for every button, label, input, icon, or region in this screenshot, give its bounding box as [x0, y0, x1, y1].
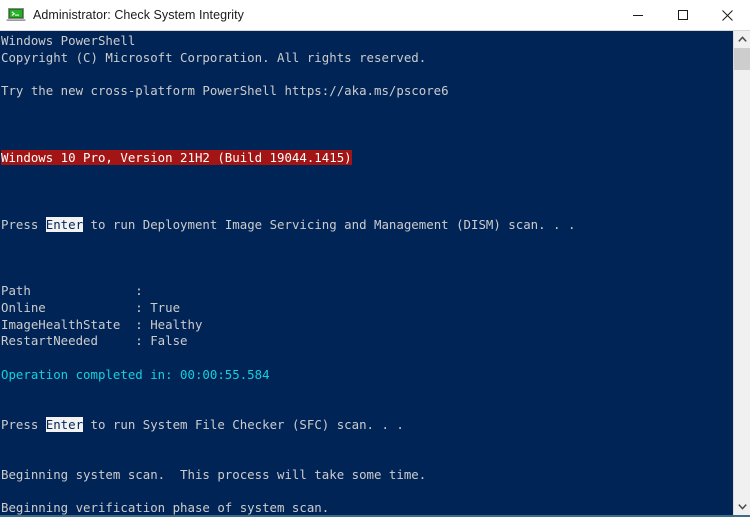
console-text-segment: Operation completed in: 00:00:55.584 [1, 366, 270, 382]
console-text-segment: Beginning verification phase of system s… [1, 500, 330, 515]
scrollbar-thumb[interactable] [734, 48, 750, 70]
console-text-segment: Beginning system scan. This process will… [1, 466, 427, 482]
console-text-segment: Path : [1, 283, 143, 299]
maximize-button[interactable] [660, 0, 705, 30]
console-line: Press Enter to run System File Checker (… [1, 416, 733, 434]
console-text-segment: to run Deployment Image Servicing and Ma… [83, 216, 576, 232]
powershell-window: Administrator: Check System Integrity Wi… [0, 0, 750, 517]
close-icon [722, 9, 733, 21]
console-line: Press Enter to run Deployment Image Serv… [1, 216, 733, 234]
console-area: Windows PowerShell Copyright (C) Microsof… [0, 31, 750, 515]
scroll-down-button[interactable] [734, 498, 750, 515]
console-text-segment: Enter [45, 416, 84, 432]
console-text-segment: Enter [45, 216, 84, 232]
title-bar[interactable]: Administrator: Check System Integrity [0, 0, 750, 31]
console-line: Operation completed in: 00:00:55.584 [1, 367, 733, 384]
console-line: Beginning system scan. This process will… [1, 467, 733, 484]
console-line: RestartNeeded : False [1, 333, 733, 350]
console-text-segment: RestartNeeded : False [1, 333, 188, 349]
console-text-segment: Windows 10 Pro, Version 21H2 (Build 1904… [1, 149, 352, 165]
chevron-up-icon [737, 36, 747, 42]
scrollbar-track[interactable] [734, 48, 750, 498]
console-text-segment: Press [1, 416, 46, 432]
console-text-segment: ImageHealthState : Healthy [1, 316, 203, 332]
console-text-segment: Copyright (C) Microsoft Corporation. All… [1, 49, 427, 65]
console-text-segment: to run System File Checker (SFC) scan. .… [83, 416, 404, 432]
console-line: ImageHealthState : Healthy [1, 317, 733, 334]
console-line: Copyright (C) Microsoft Corporation. All… [1, 50, 733, 67]
console-text-segment: Windows PowerShell [1, 33, 136, 48]
console-line: Windows PowerShell [1, 33, 733, 50]
window-title: Administrator: Check System Integrity [33, 8, 244, 22]
console-line: Windows 10 Pro, Version 21H2 (Build 1904… [1, 149, 733, 167]
minimize-icon [632, 15, 643, 16]
console-text-segment: Press [1, 216, 46, 232]
console-line: Online : True [1, 300, 733, 317]
vertical-scrollbar[interactable] [733, 31, 750, 515]
console-text-segment: Try the new cross-platform PowerShell ht… [1, 83, 449, 99]
minimize-button[interactable] [615, 0, 660, 30]
close-button[interactable] [705, 0, 750, 30]
console-text-segment: Online : True [1, 300, 181, 315]
console-line: Try the new cross-platform PowerShell ht… [1, 83, 733, 100]
scroll-up-button[interactable] [734, 31, 750, 48]
console-line: Beginning verification phase of system s… [1, 500, 733, 515]
console-line: Path : [1, 283, 733, 300]
maximize-icon [677, 10, 688, 20]
chevron-down-icon [737, 504, 747, 510]
console-output[interactable]: Windows PowerShell Copyright (C) Microsof… [0, 31, 733, 515]
powershell-console-icon [5, 4, 27, 26]
